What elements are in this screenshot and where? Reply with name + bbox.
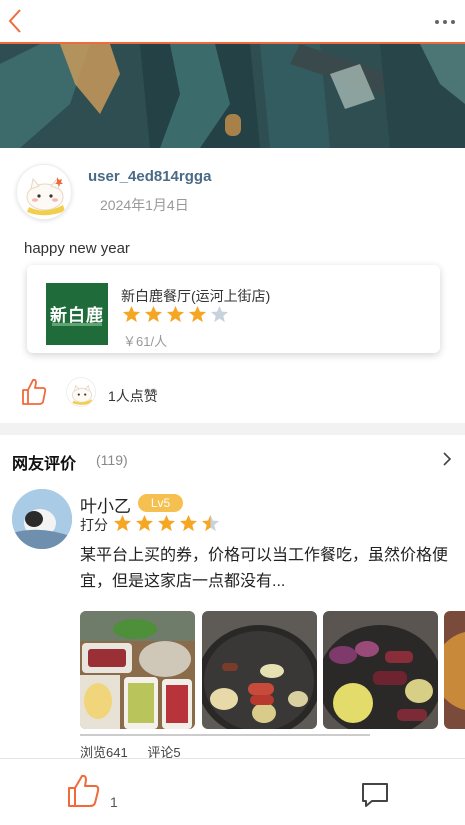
level-badge: Lv5 (138, 494, 183, 512)
score-label: 打分 (80, 517, 108, 533)
star-icon (122, 305, 141, 323)
star-icon (210, 305, 229, 323)
star-icon (157, 514, 176, 532)
likes-row: 1人点赞 (0, 375, 465, 415)
reviewer-avatar[interactable] (12, 489, 72, 549)
star-icon (188, 305, 207, 323)
star-icon (201, 514, 220, 532)
section-divider (0, 423, 465, 435)
restaurant-logo-stripe (52, 323, 102, 326)
author-username[interactable]: user_4ed814rgga (88, 168, 211, 185)
star-icon (144, 305, 163, 323)
reviews-section-header[interactable]: 网友评价 (119) (0, 435, 465, 483)
star-icon (179, 514, 198, 532)
post-text: happy new year (24, 240, 130, 257)
post-date: 2024年1月4日 (100, 197, 189, 213)
review-comments: 评论5 (147, 745, 181, 758)
bottom-like-count: 1 (110, 794, 118, 810)
food-photo-image (444, 611, 465, 729)
food-photo-image (202, 611, 317, 729)
review-item[interactable]: 叶小乙 Lv5 打分 某平台上买的券，价格可以当工作餐吃，虽然价格便宜，但是这家… (0, 483, 465, 758)
liker-avatar[interactable] (66, 377, 96, 407)
comment-icon[interactable] (360, 781, 390, 809)
review-photo[interactable] (444, 611, 465, 729)
review-stats: 浏览641 评论5 (80, 742, 197, 758)
cat-avatar-image (67, 378, 95, 406)
chevron-left-icon[interactable] (2, 6, 32, 36)
food-photo-image (80, 611, 195, 729)
bottom-action-bar: 1 (0, 758, 465, 825)
star-icon (166, 305, 185, 323)
author-avatar[interactable] (16, 164, 72, 220)
chevron-right-icon[interactable] (441, 451, 453, 467)
review-photo[interactable] (323, 611, 438, 729)
restaurant-rating-stars (122, 305, 232, 325)
review-text: 某平台上买的券，价格可以当工作餐吃，虽然价格便宜，但是这家店一点都没有... (80, 547, 449, 590)
photo-strip-scrollbar[interactable] (80, 734, 370, 736)
top-navigation-bar (0, 0, 465, 44)
cover-illustration (0, 44, 465, 148)
thumbs-up-icon[interactable] (20, 377, 48, 407)
food-photo-image (323, 611, 438, 729)
restaurant-price: ￥61/人 (123, 334, 168, 349)
reviewer-photo (12, 489, 72, 549)
star-icon (135, 514, 154, 532)
like-count-text: 1人点赞 (108, 388, 158, 404)
star-icon (113, 514, 132, 532)
review-photo[interactable] (202, 611, 317, 729)
review-photo-strip[interactable] (80, 611, 465, 731)
restaurant-logo: 新白鹿 (46, 283, 108, 345)
cat-avatar-image (17, 165, 71, 219)
review-views: 浏览641 (80, 745, 128, 758)
post-cover-image[interactable] (0, 44, 465, 148)
review-photo[interactable] (80, 611, 195, 729)
restaurant-name: 新白鹿餐厅(运河上街店) (121, 288, 271, 304)
ellipsis-icon[interactable] (433, 12, 457, 32)
review-rating-stars (113, 514, 223, 534)
reviews-count: (119) (96, 452, 128, 468)
post-author: user_4ed814rgga 2024年1月4日 (0, 148, 465, 238)
reviews-title: 网友评价 (12, 456, 77, 473)
thumbs-up-icon[interactable] (66, 773, 102, 809)
restaurant-card[interactable]: 新白鹿 新白鹿餐厅(运河上街店) ￥61/人 (27, 265, 440, 353)
